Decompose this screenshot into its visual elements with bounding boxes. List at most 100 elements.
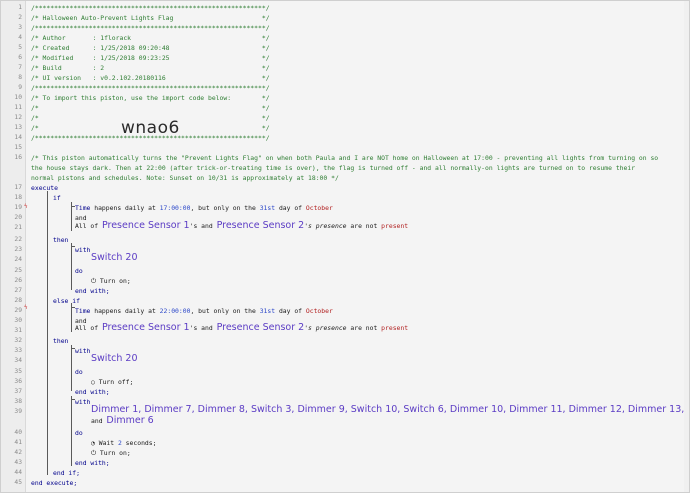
device-presence-sensor-1: Presence Sensor 1 bbox=[101, 220, 190, 231]
trigger-bolt-icon: ϟ bbox=[24, 203, 28, 210]
line-number: 39 bbox=[14, 408, 22, 415]
then-keyword: then bbox=[53, 236, 69, 244]
with-keyword: with bbox=[75, 246, 91, 254]
line-number: 14 bbox=[14, 134, 22, 141]
else-if-keyword: else if bbox=[53, 297, 80, 305]
device-presence-sensor-2: Presence Sensor 2 bbox=[216, 220, 305, 231]
but-only-text: , but only on the bbox=[190, 204, 260, 212]
line-number: 9 bbox=[18, 84, 22, 91]
vertical-scrollbar[interactable] bbox=[684, 1, 689, 492]
task-text: Turn on; bbox=[99, 449, 131, 457]
then-keyword: then bbox=[53, 337, 69, 345]
header-comment-line: /***************************************… bbox=[31, 4, 270, 12]
line-number: 23 bbox=[14, 246, 22, 253]
trigger-bolt-icon: ϟ bbox=[24, 304, 28, 311]
header-comment-line: /***************************************… bbox=[31, 84, 270, 92]
power-icon: ⏻ bbox=[91, 277, 97, 285]
time-value: 17:00:00 bbox=[159, 204, 191, 212]
header-comment-line: /* Created : 1/25/2018 09:20:48 */ bbox=[31, 44, 270, 52]
line-number: 13 bbox=[14, 124, 22, 131]
power-icon: ⏻ bbox=[91, 449, 97, 457]
wait-text: Wait bbox=[98, 439, 118, 447]
time-word: Time bbox=[75, 307, 91, 315]
end-execute-keyword: end execute; bbox=[31, 479, 78, 487]
presence-attribute: 's presence bbox=[304, 222, 347, 230]
all-of-text: All of bbox=[75, 222, 99, 230]
day-value: 31st bbox=[259, 307, 276, 315]
line-number: 16 bbox=[14, 154, 22, 161]
condition-presence-2[interactable]: All of Presence Sensor 1's and Presence … bbox=[75, 322, 409, 333]
task-wait[interactable]: ◔ Wait 2 seconds; bbox=[91, 439, 156, 447]
happens-text: happens daily at bbox=[90, 307, 160, 315]
line-number-gutter: 1 2 3 4 5 6 7 8 9 10 11 12 13 14 15 16 1… bbox=[1, 1, 26, 492]
condition-time-2[interactable]: Time happens daily at 22:00:00, but only… bbox=[75, 307, 333, 315]
end-if-keyword: end if; bbox=[53, 469, 80, 477]
line-number: 15 bbox=[14, 144, 22, 151]
task-text: Turn off; bbox=[98, 378, 134, 386]
execute-guide bbox=[47, 191, 48, 475]
line-number: 33 bbox=[14, 347, 22, 354]
line-number: 30 bbox=[14, 317, 22, 324]
device-presence-sensor-1: Presence Sensor 1 bbox=[101, 322, 190, 333]
line-number: 26 bbox=[14, 277, 22, 284]
line-number: 27 bbox=[14, 287, 22, 294]
device-switch-20[interactable]: Switch 20 bbox=[91, 354, 138, 364]
line-number: 31 bbox=[14, 327, 22, 334]
if-keyword: if bbox=[53, 194, 61, 202]
line-number: 42 bbox=[14, 449, 22, 456]
line-number: 12 bbox=[14, 114, 22, 121]
line-number: 28 bbox=[14, 297, 22, 304]
condition-time-1[interactable]: Time happens daily at 17:00:00, but only… bbox=[75, 204, 333, 212]
line-number: 7 bbox=[18, 64, 22, 71]
description-comment-line: /* This piston automatically turns the "… bbox=[31, 154, 659, 162]
are-not-text: are not bbox=[346, 222, 382, 230]
piston-code-viewer: 1 2 3 4 5 6 7 8 9 10 11 12 13 14 15 16 1… bbox=[0, 0, 690, 493]
line-number: 44 bbox=[14, 469, 22, 476]
device-list[interactable]: Dimmer 1, Dimmer 7, Dimmer 8, Switch 3, … bbox=[91, 405, 684, 415]
line-number: 4 bbox=[18, 34, 22, 41]
line-number: 2 bbox=[18, 14, 22, 21]
line-number: 43 bbox=[14, 459, 22, 466]
watermark-text: wnao6 bbox=[121, 118, 180, 138]
line-number: 10 bbox=[14, 94, 22, 101]
device-switch-20[interactable]: Switch 20 bbox=[91, 253, 138, 263]
month-value: October bbox=[305, 307, 333, 315]
line-number: 24 bbox=[14, 256, 22, 263]
presence-attribute: 's presence bbox=[304, 324, 347, 332]
description-comment-line: normal pistons and schedules. Note: Suns… bbox=[31, 174, 339, 182]
presence-state: present bbox=[381, 222, 409, 230]
line-number: 21 bbox=[14, 224, 22, 231]
possessive-text: 's bbox=[189, 222, 198, 230]
header-comment-line: /* */ bbox=[31, 104, 270, 112]
but-only-text: , but only on the bbox=[190, 307, 260, 315]
task-turn-off[interactable]: ○ Turn off; bbox=[91, 378, 133, 386]
header-comment-line: /* To import this piston, use the import… bbox=[31, 94, 270, 102]
and-operator: and bbox=[75, 214, 87, 222]
device-list-continued[interactable]: and Dimmer 6 bbox=[91, 416, 154, 426]
possessive-text: 's bbox=[189, 324, 198, 332]
day-of-text: day of bbox=[275, 307, 306, 315]
condition-presence-1[interactable]: All of Presence Sensor 1's and Presence … bbox=[75, 220, 409, 231]
line-number: 20 bbox=[14, 214, 22, 221]
clock-icon: ◔ bbox=[91, 439, 95, 447]
line-number: 32 bbox=[14, 337, 22, 344]
line-number: 40 bbox=[14, 429, 22, 436]
line-number: 17 bbox=[14, 184, 22, 191]
task-turn-on[interactable]: ⏻ Turn on; bbox=[91, 277, 131, 285]
line-number: 6 bbox=[18, 54, 22, 61]
do-keyword: do bbox=[75, 429, 83, 437]
with-keyword: with bbox=[75, 398, 91, 406]
header-comment-line: /* UI version : v0.2.102.20180116 */ bbox=[31, 74, 270, 82]
task-turn-on[interactable]: ⏻ Turn on; bbox=[91, 449, 131, 457]
line-number: 18 bbox=[14, 194, 22, 201]
day-of-text: day of bbox=[275, 204, 306, 212]
end-with-keyword: end with; bbox=[75, 459, 110, 467]
header-comment-line: /* Author : 1florack */ bbox=[31, 34, 270, 42]
with-guide bbox=[71, 396, 72, 466]
presence-state: present bbox=[381, 324, 409, 332]
power-off-icon: ○ bbox=[91, 378, 95, 386]
with-keyword: with bbox=[75, 347, 91, 355]
and-text: and bbox=[201, 324, 213, 332]
day-value: 31st bbox=[259, 204, 276, 212]
device-presence-sensor-2: Presence Sensor 2 bbox=[216, 322, 305, 333]
